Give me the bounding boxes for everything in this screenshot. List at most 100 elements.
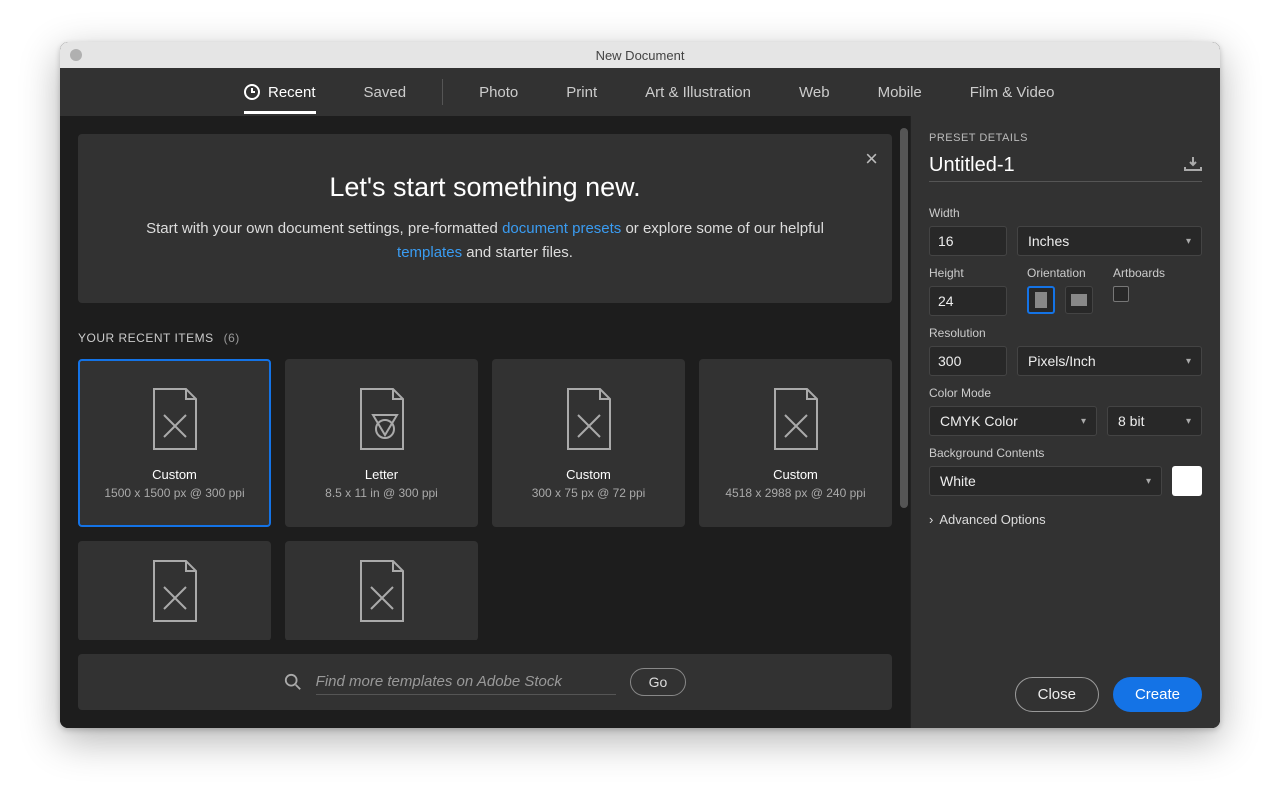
close-button[interactable]: Close <box>1015 677 1099 712</box>
document-icon <box>562 387 616 451</box>
card-label: Custom <box>152 467 197 482</box>
chevron-down-icon: ▾ <box>1146 476 1151 487</box>
card-sublabel: 8.5 x 11 in @ 300 ppi <box>325 486 438 500</box>
tab-print[interactable]: Print <box>542 68 621 116</box>
preset-card[interactable]: Custom 1500 x 1500 px @ 300 ppi <box>78 359 271 527</box>
select-value: White <box>940 473 976 489</box>
stock-search-input[interactable] <box>316 669 616 695</box>
select-value: Pixels/Inch <box>1028 353 1096 369</box>
banner-text-part: Start with your own document settings, p… <box>146 220 502 237</box>
advanced-options-toggle[interactable]: › Advanced Options <box>929 512 1202 527</box>
tab-label: Mobile <box>878 84 922 101</box>
save-preset-icon[interactable] <box>1184 156 1202 175</box>
tab-label: Film & Video <box>970 84 1055 101</box>
link-document-presets[interactable]: document presets <box>502 220 621 237</box>
scrollbar-thumb[interactable] <box>900 128 908 508</box>
preset-card[interactable]: Custom 300 x 75 px @ 72 ppi <box>492 359 685 527</box>
card-label: Letter <box>365 467 398 482</box>
tab-photo[interactable]: Photo <box>455 68 542 116</box>
preset-card[interactable]: Custom 4518 x 2988 px @ 240 ppi <box>699 359 892 527</box>
category-tabs: Recent Saved Photo Print Art & Illustrat… <box>60 68 1220 116</box>
close-icon[interactable]: × <box>865 148 878 170</box>
chevron-down-icon: ▾ <box>1186 356 1191 367</box>
height-label: Height <box>929 266 1007 280</box>
card-sublabel: 300 x 75 px @ 72 ppi <box>532 486 646 500</box>
clock-icon <box>244 84 260 100</box>
preset-details-panel: PRESET DETAILS Untitled-1 Width Inches ▾… <box>910 116 1220 728</box>
tab-recent[interactable]: Recent <box>220 68 340 116</box>
preset-card[interactable]: Letter 8.5 x 11 in @ 300 ppi <box>285 359 478 527</box>
panel-title: PRESET DETAILS <box>929 132 1202 144</box>
scrollbar[interactable] <box>900 128 908 688</box>
advanced-label: Advanced Options <box>939 512 1045 527</box>
main-content: × Let's start something new. Start with … <box>60 116 1220 728</box>
bgcontents-label: Background Contents <box>929 446 1202 460</box>
tab-label: Recent <box>268 84 316 101</box>
go-button[interactable]: Go <box>630 668 687 696</box>
resolution-unit-select[interactable]: Pixels/Inch ▾ <box>1017 346 1202 376</box>
bg-color-swatch[interactable] <box>1172 466 1202 496</box>
document-name-input[interactable]: Untitled-1 <box>929 154 1015 177</box>
left-pane: × Let's start something new. Start with … <box>60 116 910 728</box>
document-icon <box>148 559 202 623</box>
document-icon <box>769 387 823 451</box>
select-value: 8 bit <box>1118 413 1144 429</box>
stock-search-bar: Go <box>78 654 892 710</box>
resolution-label: Resolution <box>929 326 1202 340</box>
tab-label: Art & Illustration <box>645 84 751 101</box>
orientation-portrait-button[interactable] <box>1027 286 1055 314</box>
recent-items-grid: Custom 1500 x 1500 px @ 300 ppi Letter 8… <box>78 359 892 640</box>
tab-film[interactable]: Film & Video <box>946 68 1079 116</box>
section-title: YOUR RECENT ITEMS (6) <box>78 331 892 345</box>
select-value: CMYK Color <box>940 413 1018 429</box>
bgcontents-select[interactable]: White ▾ <box>929 466 1162 496</box>
section-label: YOUR RECENT ITEMS <box>78 331 214 345</box>
document-icon <box>355 559 409 623</box>
chevron-right-icon: › <box>929 512 933 527</box>
chevron-down-icon: ▾ <box>1081 416 1086 427</box>
portrait-icon <box>1035 292 1047 308</box>
card-label: Custom <box>773 467 818 482</box>
preset-card[interactable] <box>285 541 478 640</box>
tab-mobile[interactable]: Mobile <box>854 68 946 116</box>
window-title: New Document <box>596 48 685 63</box>
colormode-label: Color Mode <box>929 386 1202 400</box>
bitdepth-select[interactable]: 8 bit ▾ <box>1107 406 1202 436</box>
colormode-select[interactable]: CMYK Color ▾ <box>929 406 1097 436</box>
card-label: Custom <box>566 467 611 482</box>
width-label: Width <box>929 206 1202 220</box>
titlebar: New Document <box>60 42 1220 68</box>
width-unit-select[interactable]: Inches ▾ <box>1017 226 1202 256</box>
tab-label: Saved <box>364 84 407 101</box>
resolution-input[interactable] <box>929 346 1007 376</box>
card-sublabel: 4518 x 2988 px @ 240 ppi <box>725 486 865 500</box>
create-button[interactable]: Create <box>1113 677 1202 712</box>
orientation-landscape-button[interactable] <box>1065 286 1093 314</box>
banner-title: Let's start something new. <box>138 172 832 203</box>
welcome-banner: × Let's start something new. Start with … <box>78 134 892 303</box>
traffic-light-close[interactable] <box>70 49 82 61</box>
tab-label: Web <box>799 84 830 101</box>
footer-buttons: Close Create <box>929 661 1202 712</box>
left-scroll-region[interactable]: × Let's start something new. Start with … <box>60 116 910 640</box>
artboards-label: Artboards <box>1113 266 1165 280</box>
document-name-row: Untitled-1 <box>929 154 1202 182</box>
tab-web[interactable]: Web <box>775 68 854 116</box>
height-input[interactable] <box>929 286 1007 316</box>
preset-card[interactable] <box>78 541 271 640</box>
tab-label: Print <box>566 84 597 101</box>
tab-art[interactable]: Art & Illustration <box>621 68 775 116</box>
banner-text: Start with your own document settings, p… <box>138 217 832 265</box>
width-input[interactable] <box>929 226 1007 256</box>
tab-saved[interactable]: Saved <box>340 68 431 116</box>
chevron-down-icon: ▾ <box>1186 416 1191 427</box>
document-icon <box>148 387 202 451</box>
document-icon <box>355 387 409 451</box>
artboards-checkbox[interactable] <box>1113 286 1129 302</box>
tab-separator <box>442 79 443 105</box>
orientation-label: Orientation <box>1027 266 1093 280</box>
banner-text-part: and starter files. <box>462 244 573 261</box>
section-count: (6) <box>224 331 240 345</box>
chevron-down-icon: ▾ <box>1186 236 1191 247</box>
link-templates[interactable]: templates <box>397 244 462 261</box>
